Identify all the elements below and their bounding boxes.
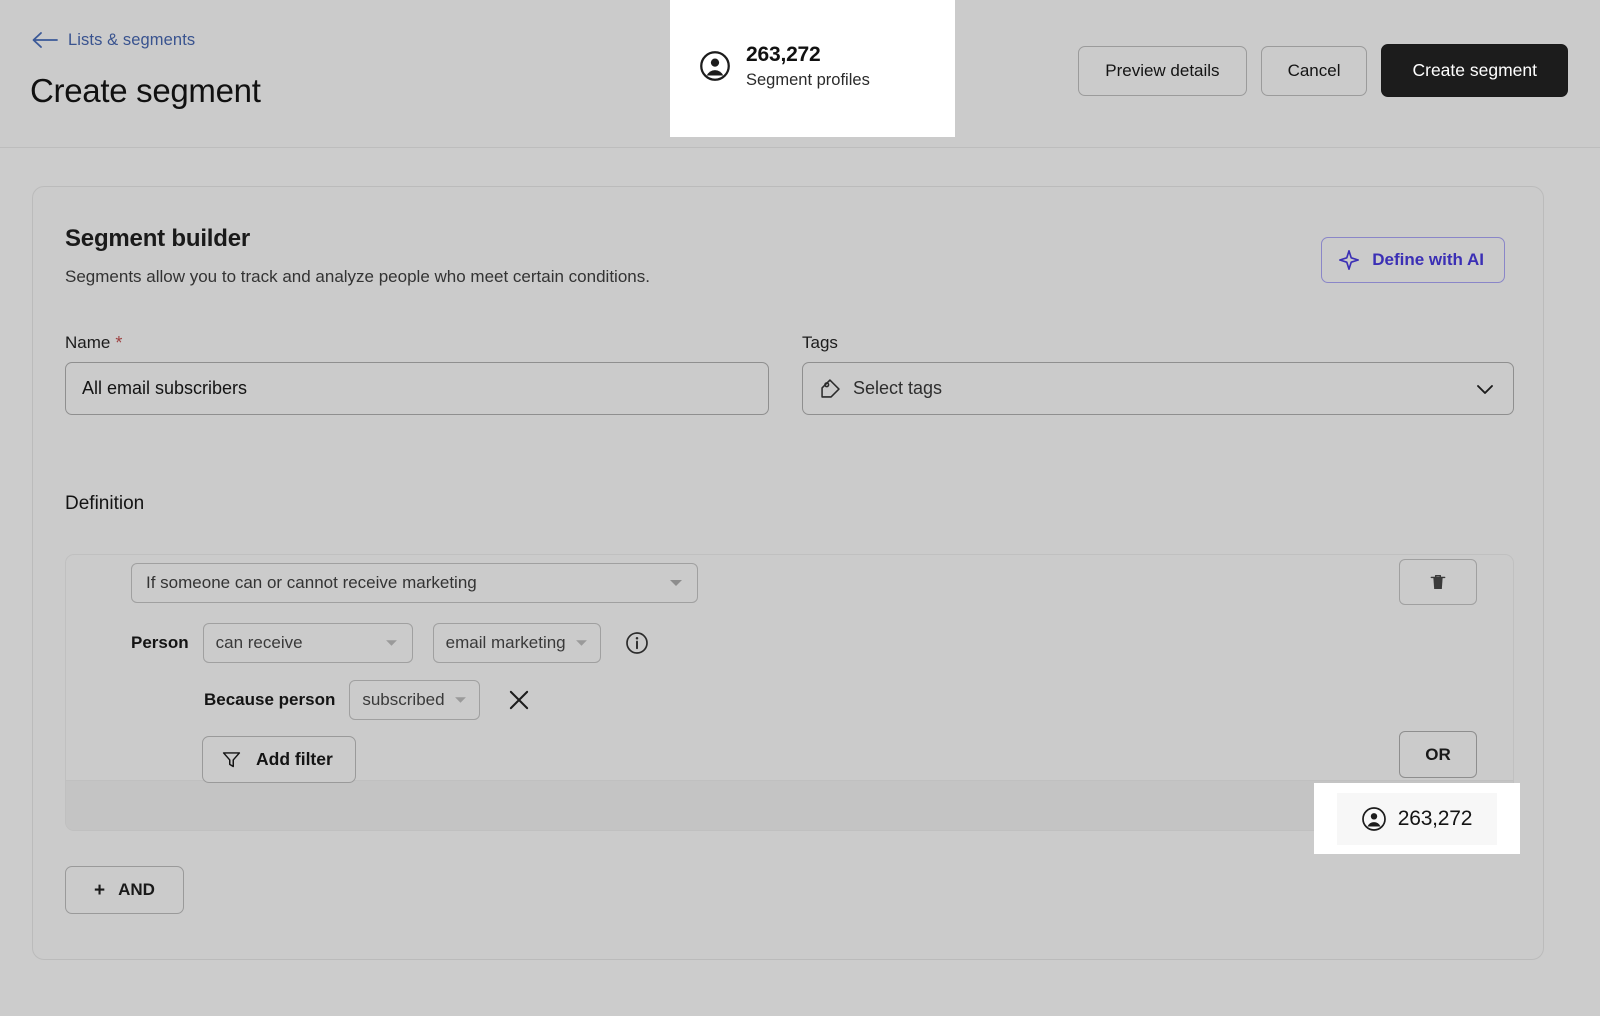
page-title: Create segment [30,72,261,110]
segment-profiles-count: 263,272 [746,42,870,68]
because-person-label: Because person [204,690,335,710]
caret-down-icon [575,639,588,648]
person-channel-select[interactable]: email marketing [433,623,601,663]
add-filter-label: Add filter [256,749,333,770]
and-button-label: AND [118,880,155,900]
required-marker: * [115,334,122,352]
person-channel-value: email marketing [446,633,566,653]
person-condition-row: Person can receive email marketing [131,623,649,663]
because-person-row: Because person subscribed [204,680,532,720]
segment-profiles-label: Segment profiles [746,70,870,91]
topbar-actions: Preview details Cancel Create segment [1078,44,1568,97]
funnel-icon [221,749,242,770]
trash-icon [1428,572,1448,592]
create-segment-button[interactable]: Create segment [1381,44,1568,97]
tags-placeholder: Select tags [853,378,942,399]
because-value: subscribed [362,690,444,710]
chevron-down-icon[interactable] [1473,377,1497,401]
name-field-label: Name * [65,333,769,353]
tag-icon [819,377,842,400]
delete-group-button[interactable] [1399,559,1477,605]
tags-field-label: Tags [802,333,1514,353]
filter-group-footer [66,780,1513,830]
tags-label-text: Tags [802,333,838,353]
segment-profiles-card: 263,272 Segment profiles [700,42,870,91]
person-verb-select[interactable]: can receive [203,623,413,663]
group-count-value: 263,272 [1398,807,1473,831]
condition-type-value: If someone can or cannot receive marketi… [146,573,477,593]
plus-icon: + [94,881,105,900]
group-profile-count: 263,272 [1337,793,1497,845]
segment-name-input[interactable] [65,362,769,415]
filter-group: If someone can or cannot receive marketi… [65,554,1514,831]
person-row-label: Person [131,633,189,653]
segment-builder-title: Segment builder [65,225,250,253]
add-filter-button[interactable]: Add filter [202,736,356,783]
because-value-select[interactable]: subscribed [349,680,479,720]
definition-label: Definition [65,493,144,515]
person-circle-icon [700,51,730,81]
preview-details-button[interactable]: Preview details [1078,46,1246,96]
arrow-left-icon[interactable] [30,30,58,50]
condition-type-select[interactable]: If someone can or cannot receive marketi… [131,563,698,603]
tags-select[interactable]: Select tags [802,362,1514,415]
segment-builder-subtitle: Segments allow you to track and analyze … [65,267,650,287]
cancel-button[interactable]: Cancel [1261,46,1368,96]
person-verb-value: can receive [216,633,303,653]
add-and-button[interactable]: + AND [65,866,184,914]
caret-down-icon [385,639,398,648]
filter-group-body: If someone can or cannot receive marketi… [66,555,1513,780]
or-button[interactable]: OR [1399,731,1477,778]
person-circle-icon [1362,807,1386,831]
sparkle-icon [1338,249,1360,271]
define-with-ai-label: Define with AI [1372,250,1484,270]
name-field-group: Name * [65,333,769,415]
close-x-icon[interactable] [506,687,532,713]
tags-field-group: Tags Select tags [802,333,1514,415]
define-with-ai-button[interactable]: Define with AI [1321,237,1505,283]
top-bar: Lists & segments Create segment 263,272 … [0,0,1600,148]
name-label-text: Name [65,333,110,353]
breadcrumb-label: Lists & segments [68,31,195,50]
breadcrumb[interactable]: Lists & segments [30,30,195,50]
caret-down-icon [669,578,683,588]
info-circle-icon[interactable] [625,631,649,655]
caret-down-icon [454,696,467,705]
